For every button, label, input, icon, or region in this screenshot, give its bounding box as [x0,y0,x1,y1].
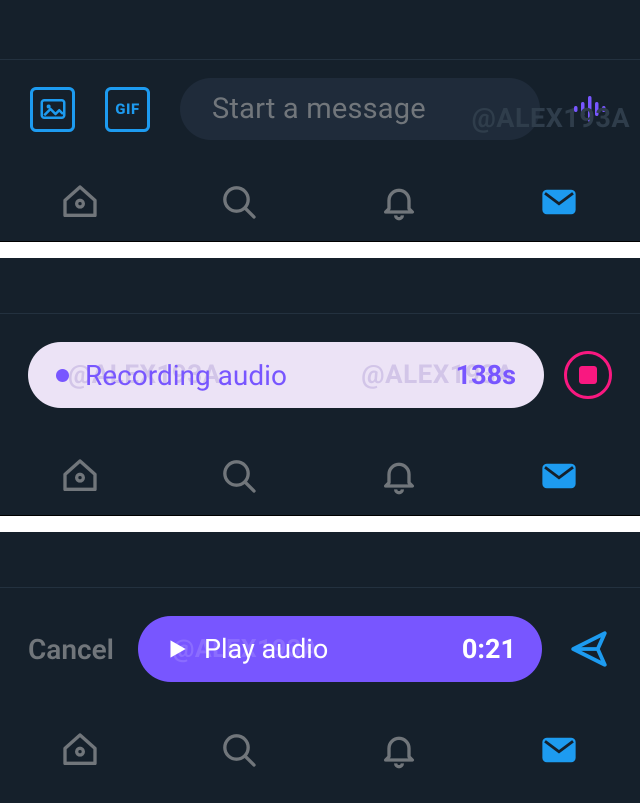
envelope-icon [538,455,580,497]
image-icon [38,94,68,124]
compose-panel: GIF Start a message @ALEX193A [0,0,640,242]
send-button[interactable] [566,626,612,672]
search-icon [219,730,259,770]
envelope-icon [538,181,580,223]
envelope-icon [538,729,580,771]
nav-search[interactable] [219,182,259,222]
nav-messages[interactable] [538,181,580,223]
send-icon [568,628,610,670]
compose-row: GIF Start a message [0,60,640,162]
header-spacer [0,532,640,588]
home-icon [60,730,100,770]
nav-home[interactable] [60,730,100,770]
playback-row: Cancel @ALEX193A Play audio 0:21 [0,588,640,710]
message-placeholder: Start a message [212,92,426,126]
nav-search[interactable] [219,730,259,770]
gif-button[interactable]: GIF [105,87,150,132]
bottom-nav [0,710,640,790]
stop-icon [579,366,597,384]
recording-duration: 138s [456,359,516,391]
nav-home[interactable] [60,456,100,496]
bottom-nav [0,162,640,242]
nav-messages[interactable] [538,729,580,771]
waveform-icon [572,94,608,124]
header-spacer [0,258,640,314]
recording-panel: @ALEX193A @ALEX193A Recording audio 138s [0,258,640,516]
nav-messages[interactable] [538,455,580,497]
nav-notifications[interactable] [379,730,419,770]
cancel-button[interactable]: Cancel [28,633,114,666]
search-icon [219,182,259,222]
gif-icon: GIF [115,100,139,118]
search-icon [219,456,259,496]
home-icon [60,456,100,496]
recording-row: @ALEX193A @ALEX193A Recording audio 138s [0,314,640,436]
bell-icon [379,456,419,496]
media-button[interactable] [30,87,75,132]
separator [0,242,640,258]
bell-icon [379,182,419,222]
bottom-nav [0,436,640,516]
recording-pill: @ALEX193A @ALEX193A Recording audio 138s [28,342,544,408]
play-label: Play audio [204,633,328,665]
home-icon [60,182,100,222]
play-duration: 0:21 [462,633,516,665]
separator [0,516,640,532]
audio-waveform-button[interactable] [570,94,610,124]
nav-notifications[interactable] [379,182,419,222]
play-icon [164,635,190,663]
nav-search[interactable] [219,456,259,496]
stop-recording-button[interactable] [564,351,612,399]
recording-dot-icon [56,369,69,382]
message-input[interactable]: Start a message [180,78,540,140]
play-audio-button[interactable]: @ALEX193A Play audio 0:21 [138,616,542,682]
playback-panel: Cancel @ALEX193A Play audio 0:21 [0,532,640,790]
nav-home[interactable] [60,182,100,222]
bell-icon [379,730,419,770]
recording-label: Recording audio [85,359,287,392]
nav-notifications[interactable] [379,456,419,496]
header-spacer [0,0,640,60]
